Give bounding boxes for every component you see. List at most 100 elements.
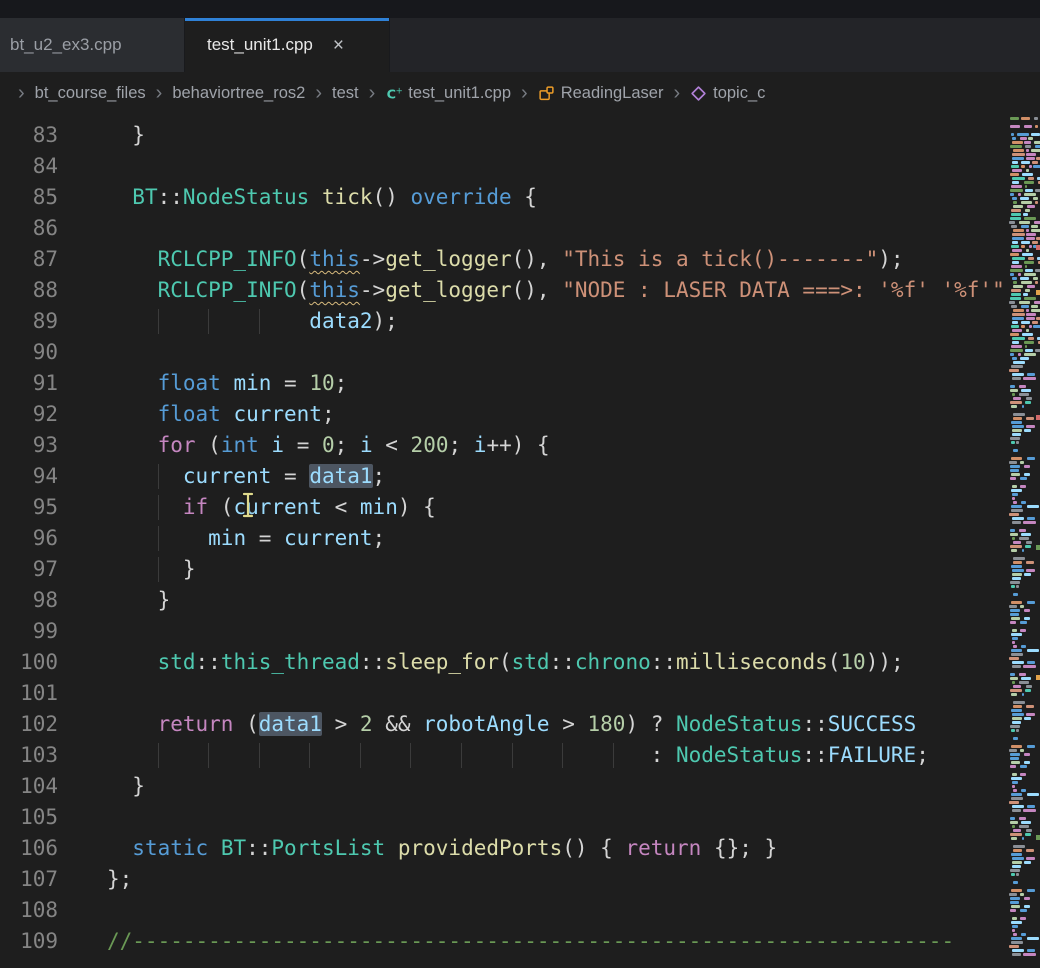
- line-number[interactable]: 109: [0, 926, 58, 957]
- line-number[interactable]: 93: [0, 430, 58, 461]
- code-line-content: float current;: [107, 399, 335, 430]
- code-token: (: [196, 433, 221, 457]
- code-line[interactable]: 105: [0, 802, 1040, 833]
- code-token: >: [550, 712, 588, 736]
- code-line[interactable]: 100 std::this_thread::sleep_for(std::chr…: [0, 647, 1040, 678]
- line-number[interactable]: 95: [0, 492, 58, 523]
- minimap[interactable]: [1007, 115, 1040, 968]
- line-number[interactable]: 94: [0, 461, 58, 492]
- code-line[interactable]: 90: [0, 337, 1040, 368]
- code-token: &&: [373, 712, 424, 736]
- tab-bt_u2_ex3[interactable]: bt_u2_ex3.cpp: [0, 18, 185, 72]
- indent-guide: [158, 495, 159, 520]
- line-number[interactable]: 88: [0, 275, 58, 306]
- line-number[interactable]: 89: [0, 306, 58, 337]
- line-number[interactable]: 83: [0, 120, 58, 151]
- code-line[interactable]: 99: [0, 616, 1040, 647]
- code-token: override: [411, 185, 512, 209]
- breadcrumb-item-readinglaser[interactable]: ReadingLaser: [538, 84, 664, 103]
- code-line[interactable]: 106 static BT::PortsList providedPorts()…: [0, 833, 1040, 864]
- code-line[interactable]: 108: [0, 895, 1040, 926]
- code-token: data2: [309, 309, 372, 333]
- code-token: (: [297, 247, 310, 271]
- code-line[interactable]: 102 return (data1 > 2 && robotAngle > 18…: [0, 709, 1040, 740]
- tab-close-icon[interactable]: ×: [329, 35, 348, 56]
- line-number[interactable]: 99: [0, 616, 58, 647]
- line-number[interactable]: 106: [0, 833, 58, 864]
- code-token: [221, 371, 234, 395]
- code-token: ::: [360, 650, 385, 674]
- title-bar: [0, 0, 1040, 18]
- line-number[interactable]: 107: [0, 864, 58, 895]
- code-line[interactable]: 98 }: [0, 585, 1040, 616]
- code-token: NodeStatus: [676, 743, 802, 767]
- code-line[interactable]: 94 current = data1;: [0, 461, 1040, 492]
- line-number[interactable]: 91: [0, 368, 58, 399]
- code-line[interactable]: 101: [0, 678, 1040, 709]
- line-number[interactable]: 98: [0, 585, 58, 616]
- code-line[interactable]: 109 //-----------------------------------…: [0, 926, 1040, 957]
- code-token: ::: [550, 650, 575, 674]
- code-token: sleep_for: [385, 650, 499, 674]
- code-token: ->: [360, 278, 385, 302]
- code-line[interactable]: 86: [0, 213, 1040, 244]
- code-line[interactable]: 104 }: [0, 771, 1040, 802]
- chevron-right-icon: ›: [369, 83, 376, 103]
- line-number[interactable]: 103: [0, 740, 58, 771]
- code-token: (),: [512, 278, 563, 302]
- code-token: //--------------------------------------…: [107, 929, 954, 953]
- code-line[interactable]: 89 data2);: [0, 306, 1040, 337]
- line-number[interactable]: 104: [0, 771, 58, 802]
- breadcrumb-item-behaviortree-ros2[interactable]: behaviortree_ros2: [172, 84, 305, 103]
- code-line[interactable]: 91 float min = 10;: [0, 368, 1040, 399]
- line-number[interactable]: 85: [0, 182, 58, 213]
- code-token: data1: [259, 712, 322, 736]
- code-line[interactable]: 83 }: [0, 120, 1040, 151]
- line-number[interactable]: 90: [0, 337, 58, 368]
- line-number[interactable]: 86: [0, 213, 58, 244]
- code-token: RCLCPP_INFO: [158, 247, 297, 271]
- indent-guide: [309, 743, 310, 768]
- minimap-line: [1008, 521, 1040, 525]
- code-token: milliseconds: [676, 650, 828, 674]
- line-number[interactable]: 100: [0, 647, 58, 678]
- line-number[interactable]: 96: [0, 523, 58, 554]
- code-line[interactable]: 85 BT::NodeStatus tick() override {: [0, 182, 1040, 213]
- code-line[interactable]: 107};: [0, 864, 1040, 895]
- code-token: current: [284, 526, 373, 550]
- breadcrumb-item-test-unit1-cpp[interactable]: C+test_unit1.cpp: [385, 84, 511, 103]
- code-line[interactable]: 84: [0, 151, 1040, 182]
- breadcrumb-item-bt-course-files[interactable]: bt_course_files: [35, 84, 146, 103]
- line-number[interactable]: 97: [0, 554, 58, 585]
- breadcrumb-item-test[interactable]: test: [332, 84, 359, 103]
- overview-ruler-mark: [1036, 835, 1040, 840]
- code-line[interactable]: 103 : NodeStatus::FAILURE;: [0, 740, 1040, 771]
- code-line[interactable]: 93 for (int i = 0; i < 200; i++) {: [0, 430, 1040, 461]
- code-token: int: [221, 433, 259, 457]
- code-line[interactable]: 92 float current;: [0, 399, 1040, 430]
- breadcrumb-item-topic-c[interactable]: topic_c: [690, 84, 765, 103]
- line-number[interactable]: 108: [0, 895, 58, 926]
- code-line-content: BT::NodeStatus tick() override {: [107, 182, 537, 213]
- line-number[interactable]: 92: [0, 399, 58, 430]
- code-token: providedPorts: [398, 836, 562, 860]
- chevron-right-icon: ›: [673, 83, 680, 103]
- code-line[interactable]: 95 if (current < min) {: [0, 492, 1040, 523]
- line-number[interactable]: 101: [0, 678, 58, 709]
- line-number[interactable]: 105: [0, 802, 58, 833]
- code-line[interactable]: 96 min = current;: [0, 523, 1040, 554]
- line-number[interactable]: 87: [0, 244, 58, 275]
- line-number[interactable]: 84: [0, 151, 58, 182]
- code-token: return: [158, 712, 234, 736]
- line-number[interactable]: 102: [0, 709, 58, 740]
- breadcrumb-label: bt_course_files: [35, 84, 146, 103]
- tab-test_unit1[interactable]: test_unit1.cpp ×: [185, 18, 390, 72]
- code-line[interactable]: 88 RCLCPP_INFO(this->get_logger(), "NODE…: [0, 275, 1040, 306]
- code-area[interactable]: 83 }8485 BT::NodeStatus tick() override …: [0, 120, 1040, 957]
- code-line[interactable]: 97 }: [0, 554, 1040, 585]
- indent-guide: [259, 309, 260, 334]
- breadcrumb-label: test_unit1.cpp: [408, 84, 511, 103]
- code-line[interactable]: 87 RCLCPP_INFO(this->get_logger(), "This…: [0, 244, 1040, 275]
- editor[interactable]: 83 }8485 BT::NodeStatus tick() override …: [0, 115, 1040, 968]
- code-token: std: [158, 650, 196, 674]
